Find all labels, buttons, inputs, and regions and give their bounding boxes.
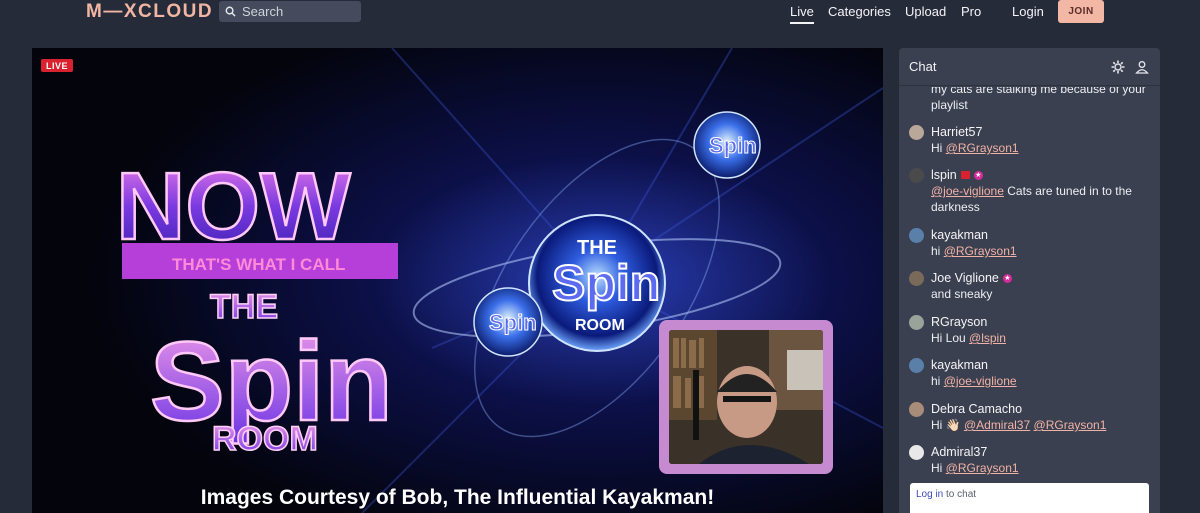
webcam-video xyxy=(669,330,823,464)
webcam-overlay xyxy=(659,320,833,474)
mention-link[interactable]: @RGrayson1 xyxy=(946,461,1019,475)
chat-message: kayakman hi @RGrayson1 xyxy=(909,227,1154,259)
chat-header: Chat xyxy=(899,48,1160,86)
message-text: hi xyxy=(931,244,944,258)
chat-username[interactable]: Harriet57 xyxy=(931,125,982,139)
nav-pro[interactable]: Pro xyxy=(961,4,981,19)
avatar[interactable] xyxy=(909,270,924,286)
avatar[interactable] xyxy=(909,124,924,140)
chat-username[interactable]: lspin xyxy=(931,168,957,182)
login-suffix: to chat xyxy=(943,489,977,500)
chat-messages[interactable]: my cats are stalking me because of your … xyxy=(899,87,1160,477)
orb-room-label: ROOM xyxy=(575,317,625,334)
stream-caption: Images Courtesy of Bob, The Influential … xyxy=(200,486,715,509)
mention-link[interactable]: @RGrayson1 xyxy=(1034,418,1107,432)
mention-link[interactable]: @joe-viglione xyxy=(931,184,1004,198)
search-icon xyxy=(225,6,236,17)
chat-message: Joe Viglione ★ and sneaky xyxy=(909,270,1154,302)
chat-username[interactable]: RGrayson xyxy=(931,315,987,329)
chat-message: Debra Camacho Hi 👋🏻 @Admiral37 @RGrayson… xyxy=(909,401,1154,433)
message-text: Hi xyxy=(931,461,946,475)
settings-gear-icon[interactable] xyxy=(1111,60,1125,74)
message-text: Hi xyxy=(931,141,946,155)
nav-upload[interactable]: Upload xyxy=(905,4,946,19)
chat-panel: Chat my cats are stalking me because of … xyxy=(899,48,1160,513)
message-text: and sneaky xyxy=(931,287,993,301)
chat-username[interactable]: Joe Viglione xyxy=(931,271,999,285)
message-text: hi xyxy=(931,374,944,388)
search-input[interactable] xyxy=(242,4,352,19)
room-label: ROOM xyxy=(212,420,318,458)
orb-spin-label: Spin xyxy=(552,255,660,311)
avatar[interactable] xyxy=(909,444,924,460)
message-text: my cats are stalking me because of your … xyxy=(931,87,1146,112)
live-host-badge xyxy=(960,171,970,179)
avatar[interactable] xyxy=(909,314,924,330)
user-icon[interactable] xyxy=(1135,60,1149,74)
mention-link[interactable]: @lspin xyxy=(969,331,1006,345)
chat-message: Harriet57 Hi @RGrayson1 xyxy=(909,124,1154,156)
top-header: M—XCLOUD Live Categories Upload Pro Logi… xyxy=(0,0,1200,28)
mention-link[interactable]: @Admiral37 xyxy=(964,418,1030,432)
message-text: Hi 👋🏻 xyxy=(931,418,964,432)
avatar[interactable] xyxy=(909,401,924,417)
chat-login-box[interactable]: Log in to chat xyxy=(910,483,1149,513)
login-link[interactable]: Log in xyxy=(916,489,943,500)
avatar[interactable] xyxy=(909,357,924,373)
svg-text:Spin: Spin xyxy=(709,133,757,158)
chat-username[interactable]: kayakman xyxy=(931,358,988,372)
svg-text:Spin: Spin xyxy=(489,310,537,335)
mention-link[interactable]: @RGrayson1 xyxy=(944,244,1017,258)
pro-star-badge: ★ xyxy=(973,170,983,180)
chat-title: Chat xyxy=(909,59,937,74)
chat-username[interactable]: Debra Camacho xyxy=(931,402,1022,416)
mention-link[interactable]: @joe-viglione xyxy=(944,374,1017,388)
nav-login[interactable]: Login xyxy=(1012,4,1044,19)
join-button[interactable]: JOIN xyxy=(1058,0,1104,23)
chat-message: my cats are stalking me because of your … xyxy=(909,87,1154,113)
chat-message: Admiral37 Hi @RGrayson1 xyxy=(909,444,1154,476)
thats-what-i-call: THAT'S WHAT I CALL xyxy=(172,255,345,274)
nav-categories[interactable]: Categories xyxy=(828,4,891,19)
chat-message: kayakman hi @joe-viglione xyxy=(909,357,1154,389)
avatar[interactable] xyxy=(909,167,924,183)
chat-message: lspin ★ @joe-viglione Cats are tuned in … xyxy=(909,167,1154,215)
nav-live[interactable]: Live xyxy=(790,4,814,24)
search-bar[interactable] xyxy=(219,1,361,22)
live-stream-player[interactable]: THE Spin ROOM Spin Spin NOW THAT'S WHAT … xyxy=(32,48,883,513)
mention-link[interactable]: @RGrayson1 xyxy=(946,141,1019,155)
now-title: NOW xyxy=(116,153,351,260)
chat-username[interactable]: Admiral37 xyxy=(931,445,987,459)
chat-username[interactable]: kayakman xyxy=(931,228,988,242)
pro-star-badge: ★ xyxy=(1002,273,1012,283)
chat-message: RGrayson Hi Lou @lspin xyxy=(909,314,1154,346)
message-text: Hi Lou xyxy=(931,331,970,345)
mixcloud-logo[interactable]: M—XCLOUD xyxy=(86,1,213,23)
avatar[interactable] xyxy=(909,227,924,243)
live-badge: LIVE xyxy=(41,59,73,72)
